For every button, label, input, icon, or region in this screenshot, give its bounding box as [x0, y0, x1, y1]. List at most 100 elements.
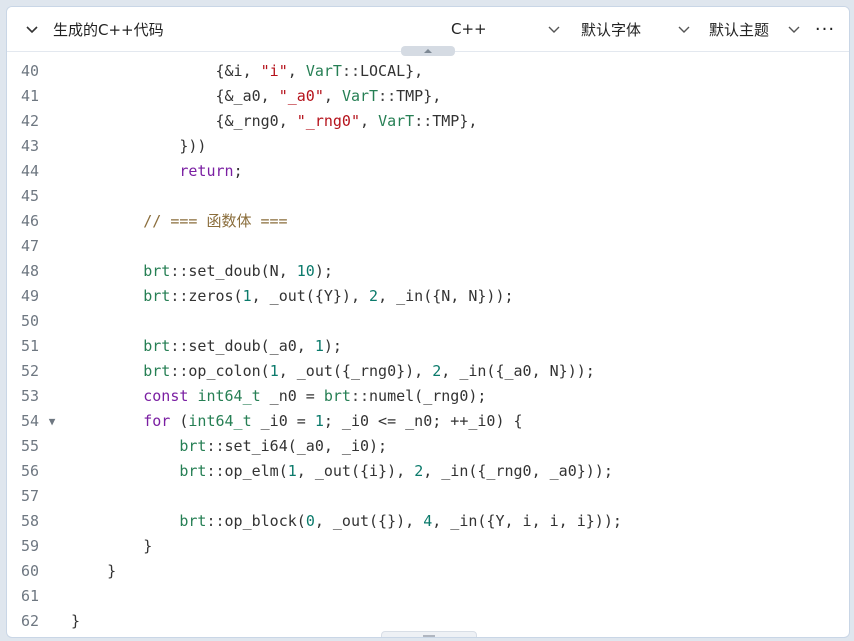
- code-text: brt::set_i64(_a0, _i0);: [71, 434, 387, 459]
- code-token: 1: [242, 287, 252, 305]
- code-text: brt::zeros(1, _out({Y}), 2, _in({N, N}))…: [71, 284, 513, 309]
- code-token: set_doub(_a0,: [188, 337, 315, 355]
- code-token: ::: [206, 437, 225, 455]
- code-token: brt: [143, 287, 171, 305]
- code-line: 61: [7, 584, 849, 609]
- code-line: 60 }: [7, 559, 849, 584]
- line-number: 45: [20, 187, 39, 205]
- chevron-up-icon: [424, 49, 432, 53]
- line-number: 50: [20, 312, 39, 330]
- line-number: 57: [20, 487, 39, 505]
- code-token: ::: [414, 112, 433, 130]
- code-token: int64_t: [197, 387, 261, 405]
- code-token: 2: [369, 287, 379, 305]
- code-line: 46 // === 函数体 ===: [7, 209, 849, 234]
- code-token: "i": [260, 62, 288, 80]
- code-token: ; _i0 <= _n0; ++_i0) {: [323, 412, 523, 430]
- theme-select[interactable]: 默认主题: [709, 7, 801, 51]
- line-number: 43: [20, 137, 39, 155]
- code-text: brt::op_colon(1, _out({_rng0}), 2, _in({…: [71, 359, 595, 384]
- more-options-button[interactable]: ···: [813, 7, 837, 51]
- code-token: , _in({_rng0, _a0}));: [423, 462, 613, 480]
- chevron-down-icon: [548, 26, 560, 33]
- drag-lines-icon: [423, 635, 435, 637]
- code-token: }: [71, 562, 117, 580]
- code-token: 10: [296, 262, 315, 280]
- line-number: 62: [20, 612, 39, 630]
- code-line: 57: [7, 484, 849, 509]
- code-token: numel(_rng0);: [369, 387, 487, 405]
- code-panel: 生成的C++代码 C++ 默认字体 默认主题 ··· 40 {&i, "i", …: [6, 6, 850, 638]
- code-token: brt: [179, 437, 207, 455]
- code-token: ::: [170, 287, 189, 305]
- code-line: 47: [7, 234, 849, 259]
- code-token: ::: [170, 262, 189, 280]
- line-number: 47: [20, 237, 39, 255]
- code-token: brt: [179, 512, 207, 530]
- line-number: 60: [20, 562, 39, 580]
- code-token: const: [143, 387, 189, 405]
- font-select[interactable]: 默认字体: [581, 7, 691, 51]
- code-line: 44 return;: [7, 159, 849, 184]
- code-token: );: [323, 337, 342, 355]
- code-token: ::: [206, 512, 225, 530]
- code-token: 1: [269, 362, 279, 380]
- line-number: 42: [20, 112, 39, 130]
- code-token: }: [71, 537, 153, 555]
- code-token: 4: [423, 512, 433, 530]
- code-token: 1: [287, 462, 297, 480]
- collapse-button[interactable]: [21, 7, 43, 51]
- code-line: 41 {&_a0, "_a0", VarT::TMP},: [7, 84, 849, 109]
- resize-handle-bottom[interactable]: [381, 631, 477, 637]
- code-text: })): [71, 134, 206, 159]
- code-token: brt: [323, 387, 351, 405]
- code-token: ::: [341, 62, 360, 80]
- code-text: const int64_t _n0 = brt::numel(_rng0);: [71, 384, 486, 409]
- chevron-down-icon: [678, 26, 690, 33]
- code-token: "_a0": [278, 87, 324, 105]
- code-token: set_doub(N,: [188, 262, 297, 280]
- language-select[interactable]: C++: [451, 7, 561, 51]
- line-number: 53: [20, 387, 39, 405]
- code-text: }: [71, 559, 116, 584]
- code-token: ::: [350, 387, 370, 405]
- code-token: zeros(: [188, 287, 243, 305]
- chevron-down-icon: [26, 26, 38, 34]
- code-text: }: [71, 609, 80, 634]
- line-number: 56: [20, 462, 39, 480]
- code-text: {&_a0, "_a0", VarT::TMP},: [71, 84, 441, 109]
- fold-toggle-icon[interactable]: ▼: [45, 409, 59, 434]
- code-text: brt::op_elm(1, _out({i}), 2, _in({_rng0,…: [71, 459, 613, 484]
- language-select-label: C++: [451, 20, 487, 38]
- code-token: VarT: [341, 87, 379, 105]
- code-line: 49 brt::zeros(1, _out({Y}), 2, _in({N, N…: [7, 284, 849, 309]
- code-token: _n0 =: [260, 387, 324, 405]
- code-token: {&_a0,: [71, 87, 279, 105]
- code-line: 43 })): [7, 134, 849, 159]
- code-token: ::: [378, 87, 397, 105]
- code-token: , _out({Y}),: [251, 287, 370, 305]
- code-token: TMP},: [432, 112, 478, 130]
- code-token: brt: [143, 337, 171, 355]
- code-line: 53 const int64_t _n0 = brt::numel(_rng0)…: [7, 384, 849, 409]
- code-token: , _out({_rng0}),: [278, 362, 433, 380]
- code-token: ,: [287, 62, 306, 80]
- code-token: }: [71, 612, 81, 630]
- collapse-handle-top[interactable]: [401, 46, 455, 56]
- code-editor[interactable]: 40 {&i, "i", VarT::LOCAL}, 41 {&_a0, "_a0…: [7, 53, 849, 637]
- code-line: 59 }: [7, 534, 849, 559]
- code-token: return: [179, 162, 234, 180]
- code-token: , _out({i}),: [296, 462, 415, 480]
- code-token: set_i64(_a0, _i0);: [224, 437, 388, 455]
- line-number: 52: [20, 362, 39, 380]
- chevron-down-icon: [788, 26, 800, 33]
- code-text: // === 函数体 ===: [71, 209, 287, 234]
- code-token: );: [314, 262, 333, 280]
- code-line: 54 ▼ for (int64_t _i0 = 1; _i0 <= _n0; ++…: [7, 409, 849, 434]
